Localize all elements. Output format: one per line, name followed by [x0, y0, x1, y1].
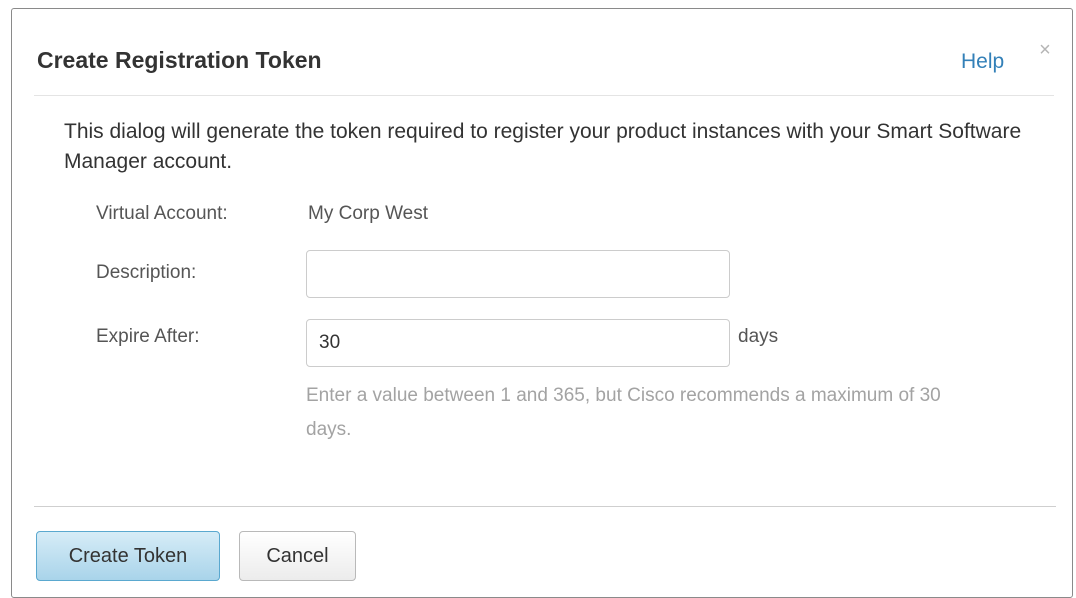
create-token-button[interactable]: Create Token	[36, 531, 220, 581]
expire-after-label: Expire After:	[96, 326, 200, 347]
dialog-intro-text: This dialog will generate the token requ…	[64, 120, 1022, 173]
cancel-button[interactable]: Cancel	[239, 531, 356, 581]
header-divider	[34, 95, 1054, 96]
description-input[interactable]	[306, 250, 730, 298]
help-link[interactable]: Help	[961, 49, 1004, 75]
expire-after-unit: days	[738, 326, 779, 347]
create-registration-token-dialog: Create Registration Token Help × This di…	[11, 8, 1073, 598]
description-label: Description:	[96, 262, 197, 283]
dialog-title: Create Registration Token	[37, 47, 322, 73]
expire-after-input[interactable]	[306, 319, 730, 367]
virtual-account-value: My Corp West	[308, 203, 429, 224]
virtual-account-label: Virtual Account:	[96, 203, 228, 224]
expire-after-hint: Enter a value between 1 and 365, but Cis…	[306, 385, 941, 440]
footer-divider	[34, 506, 1056, 507]
close-icon[interactable]: ×	[1034, 39, 1056, 61]
